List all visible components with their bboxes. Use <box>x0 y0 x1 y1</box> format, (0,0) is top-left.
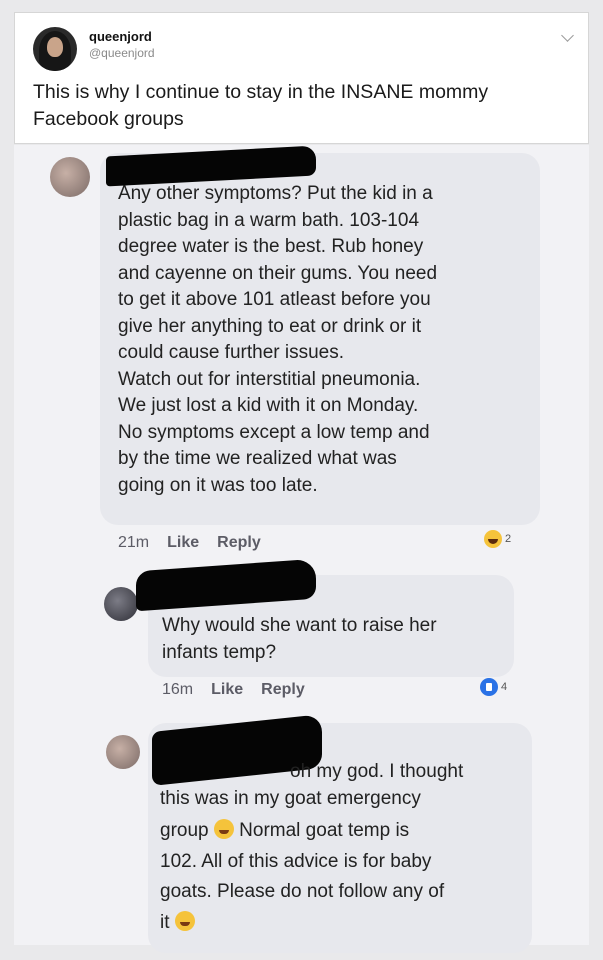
crying-laughing-emoji-icon <box>174 910 195 931</box>
comment-line: goats. Please do not follow any of <box>160 881 445 902</box>
comment-line: 102. All of this advice is for baby <box>160 850 432 872</box>
tweet-text: This is why I continue to stay in the IN… <box>33 81 489 130</box>
comment-actions: 16m Like Reply <box>162 681 323 699</box>
reaction-summary[interactable]: 2 <box>484 529 511 549</box>
comment-line: oh my god. I thought <box>290 761 464 782</box>
like-thumb-icon <box>480 678 498 696</box>
laugh-emoji-icon <box>484 530 502 548</box>
user-handle[interactable]: @queenjord <box>89 46 155 60</box>
like-link[interactable]: Like <box>167 534 199 551</box>
comment-actions: 21m Like Reply <box>118 534 279 552</box>
reaction-count: 4 <box>501 681 508 693</box>
like-link[interactable]: Like <box>211 681 243 698</box>
tweet-card: queenjord @queenjord This is why I conti… <box>14 12 589 144</box>
reaction-count: 2 <box>505 533 512 545</box>
comment-timestamp: 21m <box>118 534 150 551</box>
comment-fragment: Normal goat temp is <box>239 820 410 841</box>
reply-link[interactable]: Reply <box>261 681 305 698</box>
commenter-avatar[interactable] <box>106 735 140 769</box>
comment-text: oh my god. I thought this was in my goat… <box>160 759 520 936</box>
comment-timestamp: 16m <box>162 681 194 698</box>
display-name[interactable]: queenjord <box>89 29 152 44</box>
profile-avatar[interactable] <box>33 27 77 71</box>
commenter-avatar[interactable] <box>50 157 90 197</box>
chevron-down-icon[interactable] <box>561 29 574 42</box>
facebook-comments-screenshot: Any other symptoms? Put the kid in a pla… <box>14 145 589 953</box>
comment-line: group Normal goat temp is <box>160 818 520 845</box>
comment-text: Why would she want to raise her infants … <box>162 615 437 663</box>
comment-fragment: group <box>160 820 209 841</box>
comment-line: this was in my goat emergency <box>160 787 421 809</box>
comment-text: Any other symptoms? Put the kid in a pla… <box>118 183 438 496</box>
reaction-summary[interactable]: 4 <box>480 677 507 697</box>
comment-line: it <box>160 910 520 937</box>
reply-link[interactable]: Reply <box>217 534 261 551</box>
comment-fragment: it <box>160 911 170 933</box>
laughing-emoji-icon <box>213 819 234 839</box>
commenter-avatar[interactable] <box>104 587 138 621</box>
